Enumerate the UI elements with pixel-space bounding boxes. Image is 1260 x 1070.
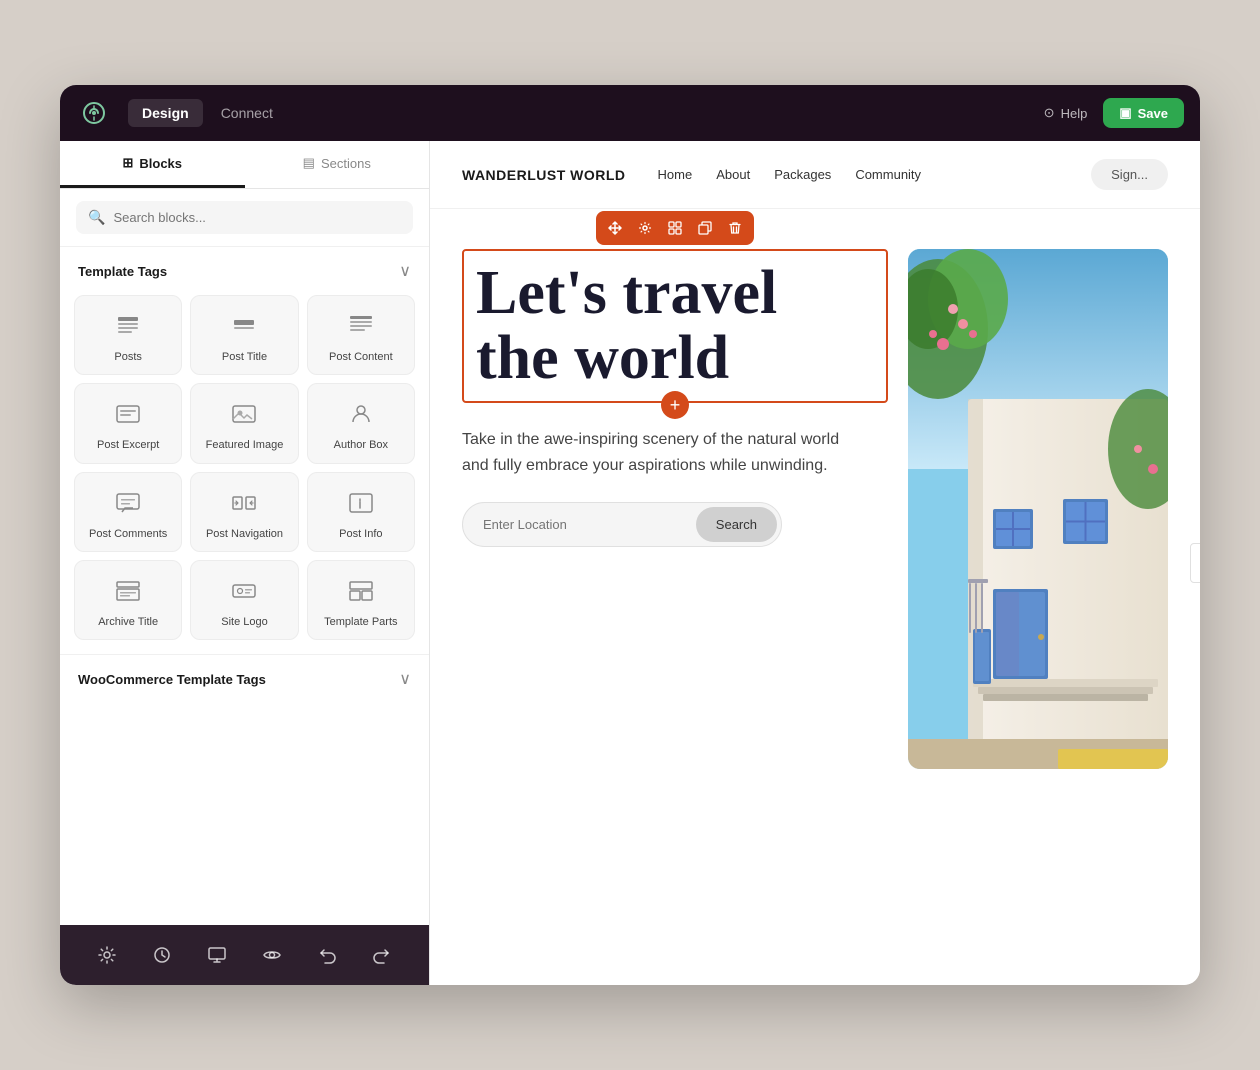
site-logo: WANDERLUST WORLD (462, 167, 626, 183)
redo-icon[interactable] (366, 939, 398, 971)
hero-image (908, 249, 1168, 769)
block-posts[interactable]: Posts (74, 295, 182, 375)
save-icon: ▣ (1119, 105, 1131, 121)
block-post-info-label: Post Info (339, 527, 382, 541)
sidebar-tabs: ⊞ Blocks ▤ Sections (60, 141, 429, 189)
canvas: ‹ WANDERLUST WORLD Home About Packages C… (430, 141, 1200, 985)
tab-sections[interactable]: ▤ Sections (245, 141, 430, 188)
blocks-icon: ⊞ (122, 155, 133, 171)
help-button[interactable]: ⊙ Help (1044, 105, 1088, 121)
template-tags-title: Template Tags (78, 264, 167, 279)
search-input[interactable] (113, 210, 401, 225)
help-icon: ⊙ (1044, 105, 1055, 121)
block-archive-title-label: Archive Title (98, 615, 158, 629)
block-author-box[interactable]: Author Box (307, 383, 415, 463)
toolbar-delete-btn[interactable] (720, 213, 750, 243)
hero-search-bar: Search (462, 502, 782, 547)
search-btn[interactable]: Search (696, 507, 777, 542)
nav-packages[interactable]: Packages (774, 167, 831, 182)
block-template-parts[interactable]: Template Parts (307, 560, 415, 640)
toolbar-layout-btn[interactable] (660, 213, 690, 243)
post-info-icon (345, 487, 377, 519)
block-post-content[interactable]: Post Content (307, 295, 415, 375)
block-post-navigation[interactable]: Post Navigation (190, 472, 298, 552)
post-content-icon (345, 310, 377, 342)
block-template-parts-label: Template Parts (324, 615, 397, 629)
block-author-box-label: Author Box (334, 438, 388, 452)
block-post-excerpt-label: Post Excerpt (97, 438, 159, 452)
history-icon[interactable] (146, 939, 178, 971)
hero-subtitle: Take in the awe-inspiring scenery of the… (462, 427, 842, 478)
sidebar-bottom-toolbar (60, 925, 429, 985)
post-excerpt-icon (112, 398, 144, 430)
top-bar-nav: Design Connect (128, 99, 287, 127)
nav-about[interactable]: About (716, 167, 750, 182)
signin-button[interactable]: Sign... (1091, 159, 1168, 190)
woocommerce-header: WooCommerce Template Tags ∨ (60, 654, 429, 699)
block-post-content-label: Post Content (329, 350, 393, 364)
template-tags-toggle[interactable]: ∨ (399, 261, 411, 281)
nav-home[interactable]: Home (658, 167, 693, 182)
hero-right (908, 249, 1168, 769)
block-post-comments-label: Post Comments (89, 527, 167, 541)
archive-title-icon (112, 575, 144, 607)
block-post-excerpt[interactable]: Post Excerpt (74, 383, 182, 463)
add-block-btn[interactable]: + (661, 391, 689, 419)
app-window: Design Connect ⊙ Help ▣ Save ⊞ Blocks ▤ (60, 85, 1200, 985)
main-area: ⊞ Blocks ▤ Sections 🔍 Template Tags ∨ (60, 141, 1200, 985)
block-site-logo[interactable]: Site Logo (190, 560, 298, 640)
save-button[interactable]: ▣ Save (1103, 98, 1184, 128)
hero-title: Let's travel the world (476, 261, 874, 391)
search-area: 🔍 (60, 189, 429, 247)
site-nav-links: Home About Packages Community (658, 167, 922, 182)
desktop-icon[interactable] (201, 939, 233, 971)
block-site-logo-label: Site Logo (221, 615, 267, 629)
toolbar-move-btn[interactable] (600, 213, 630, 243)
block-archive-title[interactable]: Archive Title (74, 560, 182, 640)
settings-icon[interactable] (91, 939, 123, 971)
toolbar-settings-btn[interactable] (630, 213, 660, 243)
block-toolbar (596, 211, 754, 245)
sidebar: ⊞ Blocks ▤ Sections 🔍 Template Tags ∨ (60, 141, 430, 985)
blocks-grid: Posts Post Title Post Content (60, 291, 429, 654)
author-box-icon (345, 398, 377, 430)
block-post-title-label: Post Title (222, 350, 267, 364)
posts-icon (112, 310, 144, 342)
post-title-icon (228, 310, 260, 342)
featured-image-icon (228, 398, 260, 430)
nav-community[interactable]: Community (855, 167, 921, 182)
nav-design[interactable]: Design (128, 99, 203, 127)
block-post-info[interactable]: Post Info (307, 472, 415, 552)
visibility-icon[interactable] (256, 939, 288, 971)
tab-blocks[interactable]: ⊞ Blocks (60, 141, 245, 188)
nav-connect[interactable]: Connect (207, 99, 287, 127)
woo-toggle[interactable]: ∨ (399, 669, 411, 689)
location-input[interactable] (463, 503, 692, 546)
block-post-navigation-label: Post Navigation (206, 527, 283, 541)
hero-section: Let's travel the world + Take in the awe… (430, 209, 1200, 769)
toolbar-duplicate-btn[interactable] (690, 213, 720, 243)
search-icon: 🔍 (88, 209, 105, 226)
block-featured-image-label: Featured Image (206, 438, 284, 452)
post-comments-icon (112, 487, 144, 519)
template-parts-icon (345, 575, 377, 607)
site-navbar: WANDERLUST WORLD Home About Packages Com… (430, 141, 1200, 209)
template-tags-header: Template Tags ∨ (60, 247, 429, 291)
app-logo (76, 95, 112, 131)
post-navigation-icon (228, 487, 260, 519)
block-featured-image[interactable]: Featured Image (190, 383, 298, 463)
block-posts-label: Posts (114, 350, 142, 364)
hero-title-block[interactable]: Let's travel the world + (462, 249, 888, 403)
search-input-wrap: 🔍 (76, 201, 413, 234)
hero-left: Let's travel the world + Take in the awe… (462, 249, 888, 769)
block-post-comments[interactable]: Post Comments (74, 472, 182, 552)
block-post-title[interactable]: Post Title (190, 295, 298, 375)
sections-icon: ▤ (303, 155, 315, 171)
collapse-sidebar-arrow[interactable]: ‹ (1190, 543, 1200, 583)
woo-title: WooCommerce Template Tags (78, 672, 266, 687)
top-bar: Design Connect ⊙ Help ▣ Save (60, 85, 1200, 141)
undo-icon[interactable] (311, 939, 343, 971)
site-logo-icon (228, 575, 260, 607)
